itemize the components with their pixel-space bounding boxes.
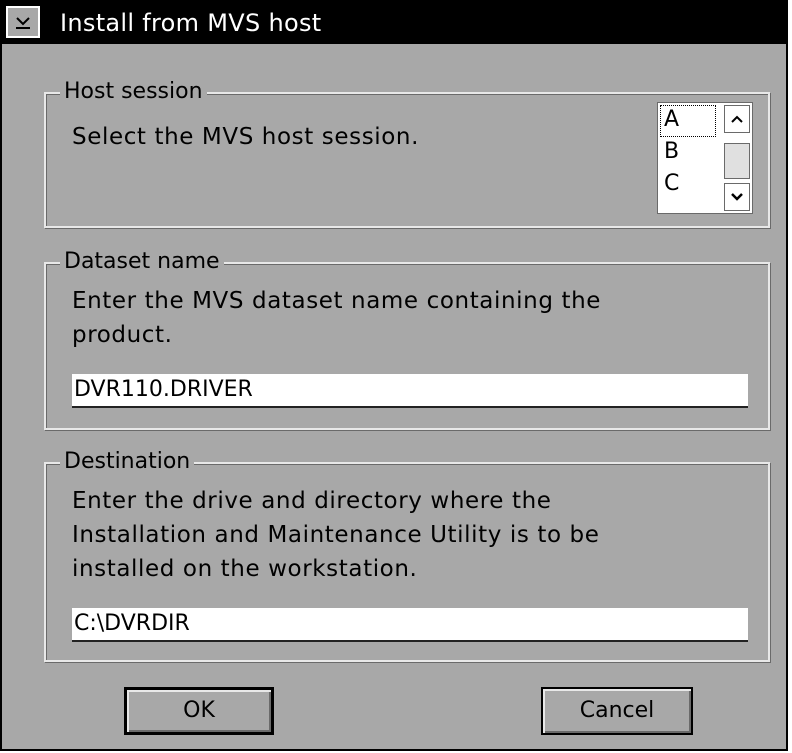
destination-description-line1: Enter the drive and directory where the bbox=[72, 488, 552, 514]
host-session-listbox[interactable]: A B C bbox=[657, 102, 753, 214]
install-dialog: Install from MVS host Host session Selec… bbox=[0, 0, 788, 751]
list-item[interactable]: A bbox=[660, 105, 716, 137]
host-session-description: Select the MVS host session. bbox=[72, 124, 420, 150]
host-session-legend: Host session bbox=[60, 78, 207, 106]
dataset-description-line1: Enter the MVS dataset name containing th… bbox=[72, 288, 601, 314]
list-item[interactable]: B bbox=[660, 137, 716, 169]
title-bar[interactable]: Install from MVS host bbox=[2, 2, 786, 44]
chevron-down-icon bbox=[731, 193, 743, 201]
scroll-thumb[interactable] bbox=[724, 143, 750, 179]
dataset-name-legend: Dataset name bbox=[60, 248, 224, 276]
scroll-up-button[interactable] bbox=[724, 105, 750, 133]
destination-path-field[interactable]: C:\DVRDIR bbox=[72, 608, 748, 642]
listbox-scrollbar[interactable] bbox=[722, 103, 752, 213]
dataset-name-group: Dataset name Enter the MVS dataset name … bbox=[44, 248, 770, 430]
scroll-down-button[interactable] bbox=[724, 183, 750, 211]
list-item[interactable]: C bbox=[660, 169, 716, 201]
window-title: Install from MVS host bbox=[60, 9, 322, 37]
chevron-up-icon bbox=[731, 115, 743, 123]
destination-description-line2: Installation and Maintenance Utility is … bbox=[72, 522, 600, 548]
dataset-description-line2: product. bbox=[72, 322, 173, 348]
host-session-group: Host session Select the MVS host session… bbox=[44, 78, 770, 228]
cancel-button[interactable]: Cancel bbox=[541, 687, 693, 735]
ok-button[interactable]: OK bbox=[124, 687, 274, 735]
system-menu-icon[interactable] bbox=[6, 6, 40, 38]
dataset-name-field[interactable]: DVR110.DRIVER bbox=[72, 374, 748, 408]
destination-group: Destination Enter the drive and director… bbox=[44, 448, 770, 662]
destination-legend: Destination bbox=[60, 448, 195, 476]
destination-description-line3: installed on the workstation. bbox=[72, 556, 418, 582]
